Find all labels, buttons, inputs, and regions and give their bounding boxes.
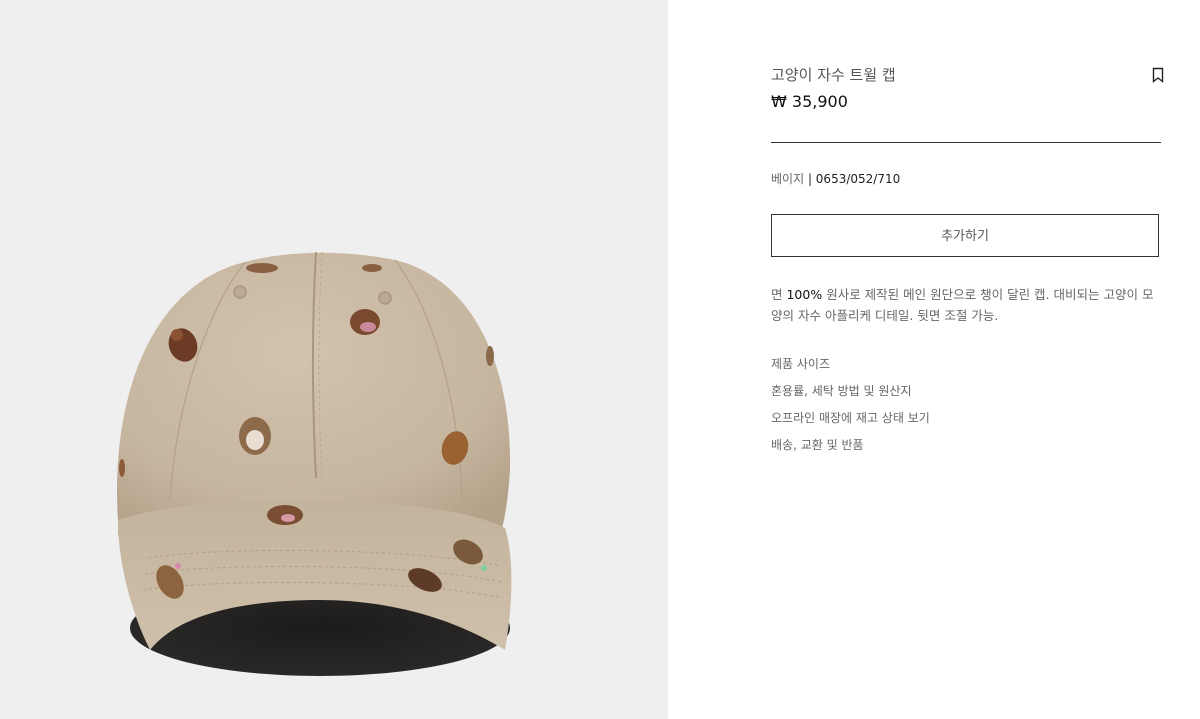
product-image[interactable] [0, 0, 668, 719]
title-row: 고양이 자수 트윌 캡 [771, 64, 1164, 86]
link-composition-care-origin[interactable]: 혼용률, 세탁 방법 및 원산지 [771, 381, 1161, 408]
product-title: 고양이 자수 트윌 캡 [771, 66, 896, 84]
add-to-cart-button[interactable]: 추가하기 [771, 214, 1159, 257]
description-text-after: 원사로 제작된 메인 원단으로 챙이 달린 캡. 대비되는 고양이 모양의 자수… [771, 287, 1154, 323]
link-store-availability[interactable]: 오프라인 매장에 재고 상태 보기 [771, 408, 1161, 435]
color-separator: | [804, 172, 816, 186]
product-description: 면 100% 원사로 제작된 메인 원단으로 챙이 달린 캡. 대비되는 고양이… [771, 284, 1156, 326]
product-info-panel: 고양이 자수 트윌 캡 ₩ 35,900 베이지 | 0653/052/710 … [771, 0, 1164, 719]
eyelet-right [378, 291, 392, 305]
info-links: 제품 사이즈 혼용률, 세탁 방법 및 원산지 오프라인 매장에 재고 상태 보… [771, 354, 1161, 462]
color-name: 베이지 [771, 172, 805, 186]
product-price: ₩ 35,900 [771, 92, 848, 111]
link-shipping-returns[interactable]: 배송, 교환 및 반품 [771, 435, 1161, 462]
link-size-guide[interactable]: 제품 사이즈 [771, 354, 1161, 381]
description-emphasis: 100% [786, 287, 823, 302]
color-reference: 베이지 | 0653/052/710 [771, 170, 900, 187]
product-image-panel [0, 0, 668, 719]
description-text-before: 면 [771, 287, 787, 302]
product-page: 고양이 자수 트윌 캡 ₩ 35,900 베이지 | 0653/052/710 … [0, 0, 1200, 719]
eyelet-left [233, 285, 247, 299]
price-divider [771, 142, 1161, 143]
bookmark-icon[interactable] [1150, 67, 1166, 83]
reference-number: 0653/052/710 [815, 172, 901, 186]
